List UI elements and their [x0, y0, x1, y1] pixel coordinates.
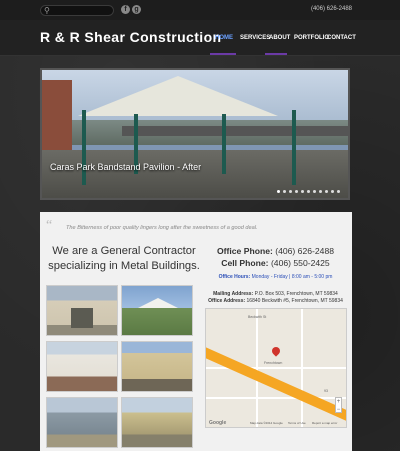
nav-home[interactable]: HOME [215, 35, 233, 41]
slider-dot[interactable] [289, 190, 292, 193]
slider-dot[interactable] [319, 190, 322, 193]
site-logo[interactable]: R & R Shear Construction [40, 29, 222, 45]
main-content: “ The Bitterness of poor quality lingers… [40, 212, 352, 451]
map-report-link[interactable]: Report a map error [312, 421, 337, 425]
map-road [206, 397, 346, 399]
top-bar: ⚲ f g (406) 626-2488 [0, 0, 400, 20]
map-road [256, 309, 258, 427]
slider-dots [277, 190, 340, 193]
map-zoom-control[interactable]: + − [335, 397, 342, 413]
facebook-icon[interactable]: f [121, 5, 130, 14]
mailing-label: Mailing Address: [213, 291, 254, 297]
map-highway-label: 93 [324, 389, 328, 393]
building-photo[interactable] [46, 397, 118, 448]
office-phone[interactable]: (406) 626-2488 [275, 246, 334, 256]
pavilion-pole [82, 110, 86, 185]
map-town-label: Frenchtown [264, 361, 283, 365]
slider-dot[interactable] [277, 190, 280, 193]
slide-caption: Caras Park Bandstand Pavilion - After [50, 162, 202, 172]
photo-roof [138, 298, 178, 308]
nav-active-indicator [210, 53, 236, 55]
office-address-value: 16840 Beckwith #5, Frenchtown, MT 59834 [246, 298, 343, 304]
map-terms-link[interactable]: Terms of Use [288, 421, 306, 425]
search-input[interactable]: ⚲ [40, 5, 114, 16]
cell-phone-line: Cell Phone: (406) 550-2425 [203, 257, 348, 269]
office-address: Office Address: 16840 Beckwith #5, Frenc… [203, 298, 348, 305]
pavilion-roof [78, 76, 278, 116]
map-footer: Google Map data ©2014 Google Terms of Us… [206, 419, 346, 427]
search-icon: ⚲ [44, 6, 50, 15]
cell-phone-label: Cell Phone: [221, 258, 269, 268]
slider-dot[interactable] [283, 190, 286, 193]
location-map[interactable]: Beckwith St Frenchtown 93 + − Google Map … [205, 308, 347, 428]
map-street-label: Beckwith St [248, 315, 267, 319]
slider-dot[interactable] [313, 190, 316, 193]
slider-dot[interactable] [295, 190, 298, 193]
site-header: R & R Shear Construction HOME SERVICES A… [0, 20, 400, 56]
office-phone-line: Office Phone: (406) 626-2488 [203, 245, 348, 257]
slide-building [42, 80, 72, 150]
map-data-credit: Map data ©2014 Google [250, 421, 283, 425]
top-phone: (406) 626-2488 [310, 6, 352, 12]
office-hours-label: Office Hours: [218, 274, 251, 280]
quote-icon: “ [46, 218, 53, 233]
mailing-value: P.O. Box 503, Frenchtown, MT 59834 [254, 291, 338, 297]
slider-dot[interactable] [337, 190, 340, 193]
slider-dot[interactable] [331, 190, 334, 193]
hero-slider[interactable]: Caras Park Bandstand Pavilion - After [40, 68, 350, 200]
pavilion-pole [222, 114, 226, 174]
map-road [301, 309, 303, 427]
building-photo[interactable] [121, 397, 193, 448]
nav-contact[interactable]: CONTACT [327, 35, 356, 41]
slider-dot[interactable] [307, 190, 310, 193]
headline: We are a General Contractor specializing… [48, 245, 200, 272]
photo-door [71, 308, 93, 328]
pavilion-photo[interactable] [121, 285, 193, 336]
slide-bridge [122, 126, 348, 136]
cell-phone[interactable]: (406) 550-2425 [271, 258, 330, 268]
nav-services[interactable]: SERVICES [240, 35, 270, 41]
nav-portfolio[interactable]: PORTFOLIO [294, 35, 329, 41]
office-phone-label: Office Phone: [216, 246, 273, 256]
addresses: Mailing Address: P.O. Box 503, Frenchtow… [203, 291, 348, 305]
nav-about-indicator [265, 53, 287, 55]
slider-dot[interactable] [301, 190, 304, 193]
contact-phones: Office Phone: (406) 626-2488 Cell Phone:… [203, 245, 348, 269]
slider-dot[interactable] [325, 190, 328, 193]
office-address-label: Office Address: [208, 298, 246, 304]
map-pin-icon[interactable] [270, 345, 282, 357]
google-plus-icon[interactable]: g [132, 5, 141, 14]
google-logo: Google [209, 420, 227, 426]
pavilion-pole [292, 110, 296, 185]
nav-about[interactable]: ABOUT [269, 35, 290, 41]
tagline-quote: The Bitterness of poor quality lingers l… [66, 225, 258, 231]
office-hours: Office Hours: Monday - Friday | 8:00 am … [203, 274, 348, 280]
building-photo[interactable] [46, 341, 118, 392]
mailing-address: Mailing Address: P.O. Box 503, Frenchtow… [203, 291, 348, 298]
building-photo[interactable] [121, 341, 193, 392]
building-photo[interactable] [46, 285, 118, 336]
office-hours-value: Monday - Friday | 8:00 am - 5:00 pm [251, 274, 333, 280]
